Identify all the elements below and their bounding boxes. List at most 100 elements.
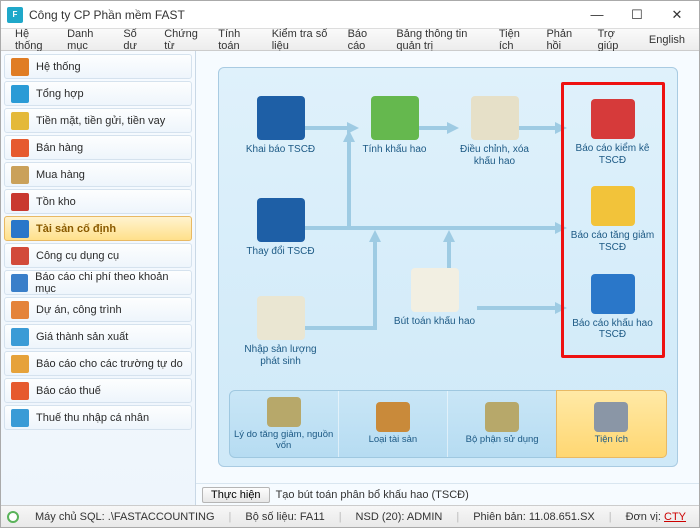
menu-so-du[interactable]: Số dư (115, 26, 154, 54)
window-controls: — ☐ ✕ (577, 2, 697, 28)
report-icon (591, 274, 635, 314)
menu-tinh-toan[interactable]: Tính toán (210, 26, 261, 54)
report-label: Báo cáo tăng giảm TSCĐ (564, 230, 662, 253)
content-area: Báo cáo kiểm kê TSCĐ Báo cáo tăng giảm TS… (196, 51, 699, 505)
menu-tro-giup[interactable]: Trợ giúp (590, 26, 637, 54)
dock-item-icon (485, 402, 519, 432)
maximize-button[interactable]: ☐ (617, 2, 657, 28)
menu-he-thong[interactable]: Hệ thống (7, 26, 57, 54)
sidebar-item-9[interactable]: Dự án, công trình (4, 297, 192, 322)
report-label: Báo cáo khấu hao TSCĐ (564, 318, 662, 341)
sidebar-item-icon (11, 112, 29, 130)
sidebar-item-icon (11, 301, 29, 319)
sidebar-item-0[interactable]: Hệ thống (4, 54, 192, 79)
report-item-1[interactable]: Báo cáo tăng giảm TSCĐ (564, 186, 662, 253)
menu-bao-cao[interactable]: Báo cáo (340, 26, 387, 54)
dock-item-label: Tiện ích (595, 435, 628, 445)
status-sql: Máy chủ SQL: .\FASTACCOUNTING (35, 511, 215, 523)
report-item-0[interactable]: Báo cáo kiểm kê TSCĐ (564, 99, 662, 166)
sidebar-item-icon (11, 355, 29, 373)
workflow-canvas: Báo cáo kiểm kê TSCĐ Báo cáo tăng giảm TS… (218, 67, 678, 467)
status-dataset: Bộ số liệu: FA11 (245, 511, 324, 523)
flow-khai-bao[interactable]: Khai báo TSCĐ (235, 96, 327, 156)
flow-tinh-khau-hao[interactable]: Tính khấu hao (349, 96, 441, 156)
report-icon (591, 99, 635, 139)
menubar: Hệ thống Danh mục Số dư Chứng từ Tính to… (1, 29, 699, 51)
dock-item-2[interactable]: Bộ phận sử dụng (448, 391, 557, 457)
flow-label: Thay đổi TSCĐ (246, 246, 314, 258)
flow-label: Điều chỉnh, xóa khấu hao (449, 144, 541, 167)
sidebar-item-1[interactable]: Tổng hợp (4, 81, 192, 106)
dock-item-icon (267, 397, 301, 427)
dock-item-icon (376, 402, 410, 432)
app-window: F Công ty CP Phần mềm FAST — ☐ ✕ Hệ thốn… (0, 0, 700, 528)
sidebar-item-icon (11, 274, 28, 292)
flow-dieu-chinh[interactable]: Điều chỉnh, xóa khấu hao (449, 96, 541, 167)
sidebar-item-icon (11, 139, 29, 157)
menu-phan-hoi[interactable]: Phản hồi (538, 26, 587, 54)
menu-language[interactable]: English (641, 32, 693, 48)
sidebar-item-5[interactable]: Tồn kho (4, 189, 192, 214)
report-item-2[interactable]: Báo cáo khấu hao TSCĐ (564, 274, 662, 341)
sidebar-item-label: Tiền mặt, tiền gửi, tiền vay (36, 115, 165, 127)
dock-item-label: Lý do tăng giảm, nguồn vốn (230, 430, 338, 451)
sidebar-item-7[interactable]: Công cụ dụng cụ (4, 243, 192, 268)
report-label: Báo cáo kiểm kê TSCĐ (564, 143, 662, 166)
sidebar: Hệ thống Tổng hợp Tiền mặt, tiền gửi, tiền… (1, 51, 196, 505)
sidebar-item-label: Thuế thu nhập cá nhân (36, 412, 149, 424)
report-column-highlight: Báo cáo kiểm kê TSCĐ Báo cáo tăng giảm TS… (561, 82, 665, 358)
sidebar-item-label: Báo cáo cho các trường tự do (36, 358, 183, 370)
flow-tile-icon (257, 96, 305, 140)
app-icon: F (7, 7, 23, 23)
status-unit-link[interactable]: CTY (664, 511, 686, 523)
dock-item-0[interactable]: Lý do tăng giảm, nguồn vốn (230, 391, 339, 457)
sidebar-item-label: Hệ thống (36, 61, 81, 73)
sidebar-item-6[interactable]: Tài sản cố định (4, 216, 192, 241)
sidebar-item-label: Báo cáo chi phí theo khoản mục (35, 271, 185, 295)
sidebar-item-icon (11, 58, 29, 76)
flow-nhap-san-luong[interactable]: Nhập sản lượng phát sinh (235, 296, 327, 367)
menu-chung-tu[interactable]: Chứng từ (156, 26, 208, 54)
window-title: Công ty CP Phần mềm FAST (29, 8, 577, 22)
report-icon (591, 186, 635, 226)
sidebar-item-12[interactable]: Báo cáo thuế (4, 378, 192, 403)
flow-tile-icon (371, 96, 419, 140)
sidebar-item-label: Công cụ dụng cụ (36, 250, 119, 262)
flow-thay-doi[interactable]: Thay đổi TSCĐ (235, 198, 327, 258)
sidebar-item-label: Mua hàng (36, 169, 85, 181)
sidebar-item-label: Dự án, công trình (36, 304, 122, 316)
sidebar-item-8[interactable]: Báo cáo chi phí theo khoản mục (4, 270, 192, 295)
flow-label: Tính khấu hao (363, 144, 427, 156)
close-button[interactable]: ✕ (657, 2, 697, 28)
menu-danh-muc[interactable]: Danh mục (59, 26, 113, 54)
menu-tien-ich[interactable]: Tiện ích (491, 26, 537, 54)
flow-tile-icon (257, 296, 305, 340)
sidebar-item-icon (11, 193, 29, 211)
flow-label: Nhập sản lượng phát sinh (235, 344, 327, 367)
sidebar-item-13[interactable]: Thuế thu nhập cá nhân (4, 405, 192, 430)
sidebar-item-2[interactable]: Tiền mặt, tiền gửi, tiền vay (4, 108, 192, 133)
flow-tile-icon (411, 268, 459, 312)
execute-row: Thực hiện Tạo bút toán phân bổ khấu hao … (196, 483, 699, 505)
sidebar-item-label: Tài sản cố định (36, 223, 116, 235)
menu-kiem-tra[interactable]: Kiểm tra số liệu (264, 26, 338, 54)
dock-item-icon (594, 402, 628, 432)
canvas-wrap: Báo cáo kiểm kê TSCĐ Báo cáo tăng giảm TS… (196, 51, 699, 483)
flow-but-toan[interactable]: Bút toán khấu hao (389, 268, 481, 328)
flow-tile-icon (471, 96, 519, 140)
minimize-button[interactable]: — (577, 2, 617, 28)
sidebar-item-3[interactable]: Bán hàng (4, 135, 192, 160)
dock-item-3[interactable]: Tiện ích (556, 390, 666, 458)
sidebar-item-11[interactable]: Báo cáo cho các trường tự do (4, 351, 192, 376)
menu-bang-thong-tin[interactable]: Bảng thông tin quản trị (388, 26, 489, 54)
dock-item-1[interactable]: Loại tài sản (339, 391, 448, 457)
sidebar-item-label: Tổng hợp (36, 88, 84, 100)
status-user: NSD (20): ADMIN (356, 511, 443, 523)
flow-label: Khai báo TSCĐ (246, 144, 315, 156)
sidebar-item-4[interactable]: Mua hàng (4, 162, 192, 187)
execute-button[interactable]: Thực hiện (202, 487, 270, 503)
sidebar-item-10[interactable]: Giá thành sản xuất (4, 324, 192, 349)
sidebar-item-icon (11, 409, 29, 427)
status-unit: Đơn vị: CTY (626, 511, 686, 523)
body: Hệ thống Tổng hợp Tiền mặt, tiền gửi, tiền… (1, 51, 699, 505)
